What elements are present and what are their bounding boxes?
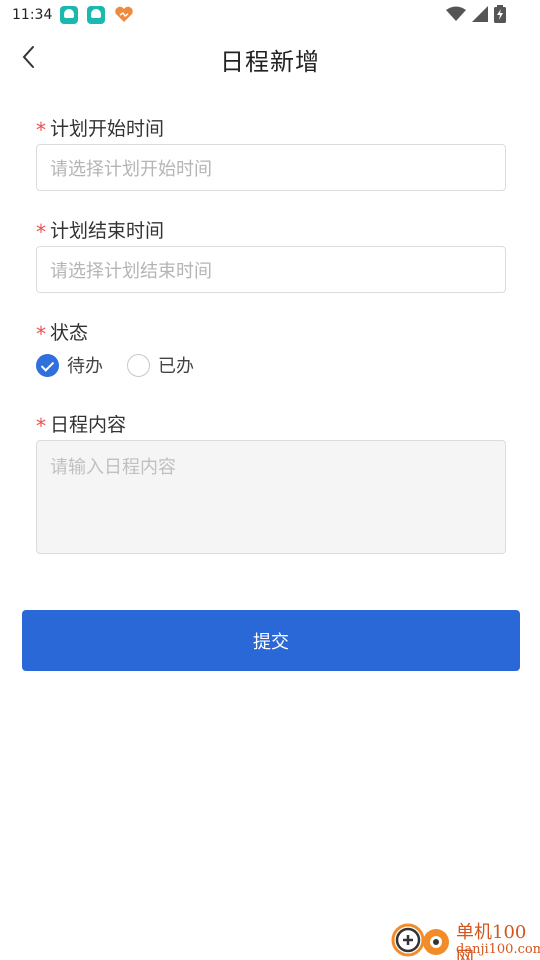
status-bar: 11:34 [0, 0, 540, 30]
app-notification-icon [60, 6, 79, 24]
submit-button[interactable]: 提交 [22, 610, 520, 671]
watermark-url: danji100.com [456, 942, 540, 957]
end-time-label: * 计划结束时间 [36, 216, 165, 244]
status-option-label: 已办 [158, 356, 194, 377]
start-time-label: * 计划开始时间 [36, 114, 165, 142]
status-option-label: 待办 [67, 356, 103, 377]
battery-icon [494, 5, 506, 27]
content-label-text: 日程内容 [50, 414, 127, 436]
content-placeholder: 请输入日程内容 [50, 457, 176, 478]
content-label: * 日程内容 [36, 410, 127, 438]
required-mark: * [36, 321, 46, 346]
watermark-logo-icon [391, 923, 449, 957]
wifi-icon [446, 6, 466, 26]
status-time: 11:34 [12, 7, 53, 23]
radio-checked-icon[interactable] [36, 353, 59, 377]
content-textarea[interactable]: 请输入日程内容 [36, 440, 506, 554]
end-time-field[interactable]: 请选择计划结束时间 [36, 246, 506, 293]
status-label-text: 状态 [50, 322, 89, 344]
status-option-todo[interactable]: 待办 [36, 352, 103, 378]
header: 日程新增 [0, 36, 540, 80]
required-mark: * [36, 219, 46, 244]
start-time-field[interactable]: 请选择计划开始时间 [36, 144, 506, 191]
start-time-label-text: 计划开始时间 [50, 118, 165, 140]
page-title: 日程新增 [220, 48, 320, 76]
start-time-placeholder: 请选择计划开始时间 [50, 158, 212, 180]
radio-unchecked-icon[interactable] [127, 353, 150, 377]
end-time-placeholder: 请选择计划结束时间 [50, 260, 212, 282]
signal-icon [472, 6, 488, 26]
required-mark: * [36, 117, 46, 142]
status-option-done[interactable]: 已办 [127, 352, 194, 378]
status-radio-group: 待办 已办 [36, 352, 194, 378]
end-time-label-text: 计划结束时间 [50, 220, 165, 242]
required-mark: * [36, 413, 46, 438]
status-label: * 状态 [36, 318, 89, 346]
watermark: 单机100网 danji100.com [390, 916, 540, 960]
heart-notification-icon [114, 6, 134, 24]
app-notification-icon [87, 6, 106, 24]
